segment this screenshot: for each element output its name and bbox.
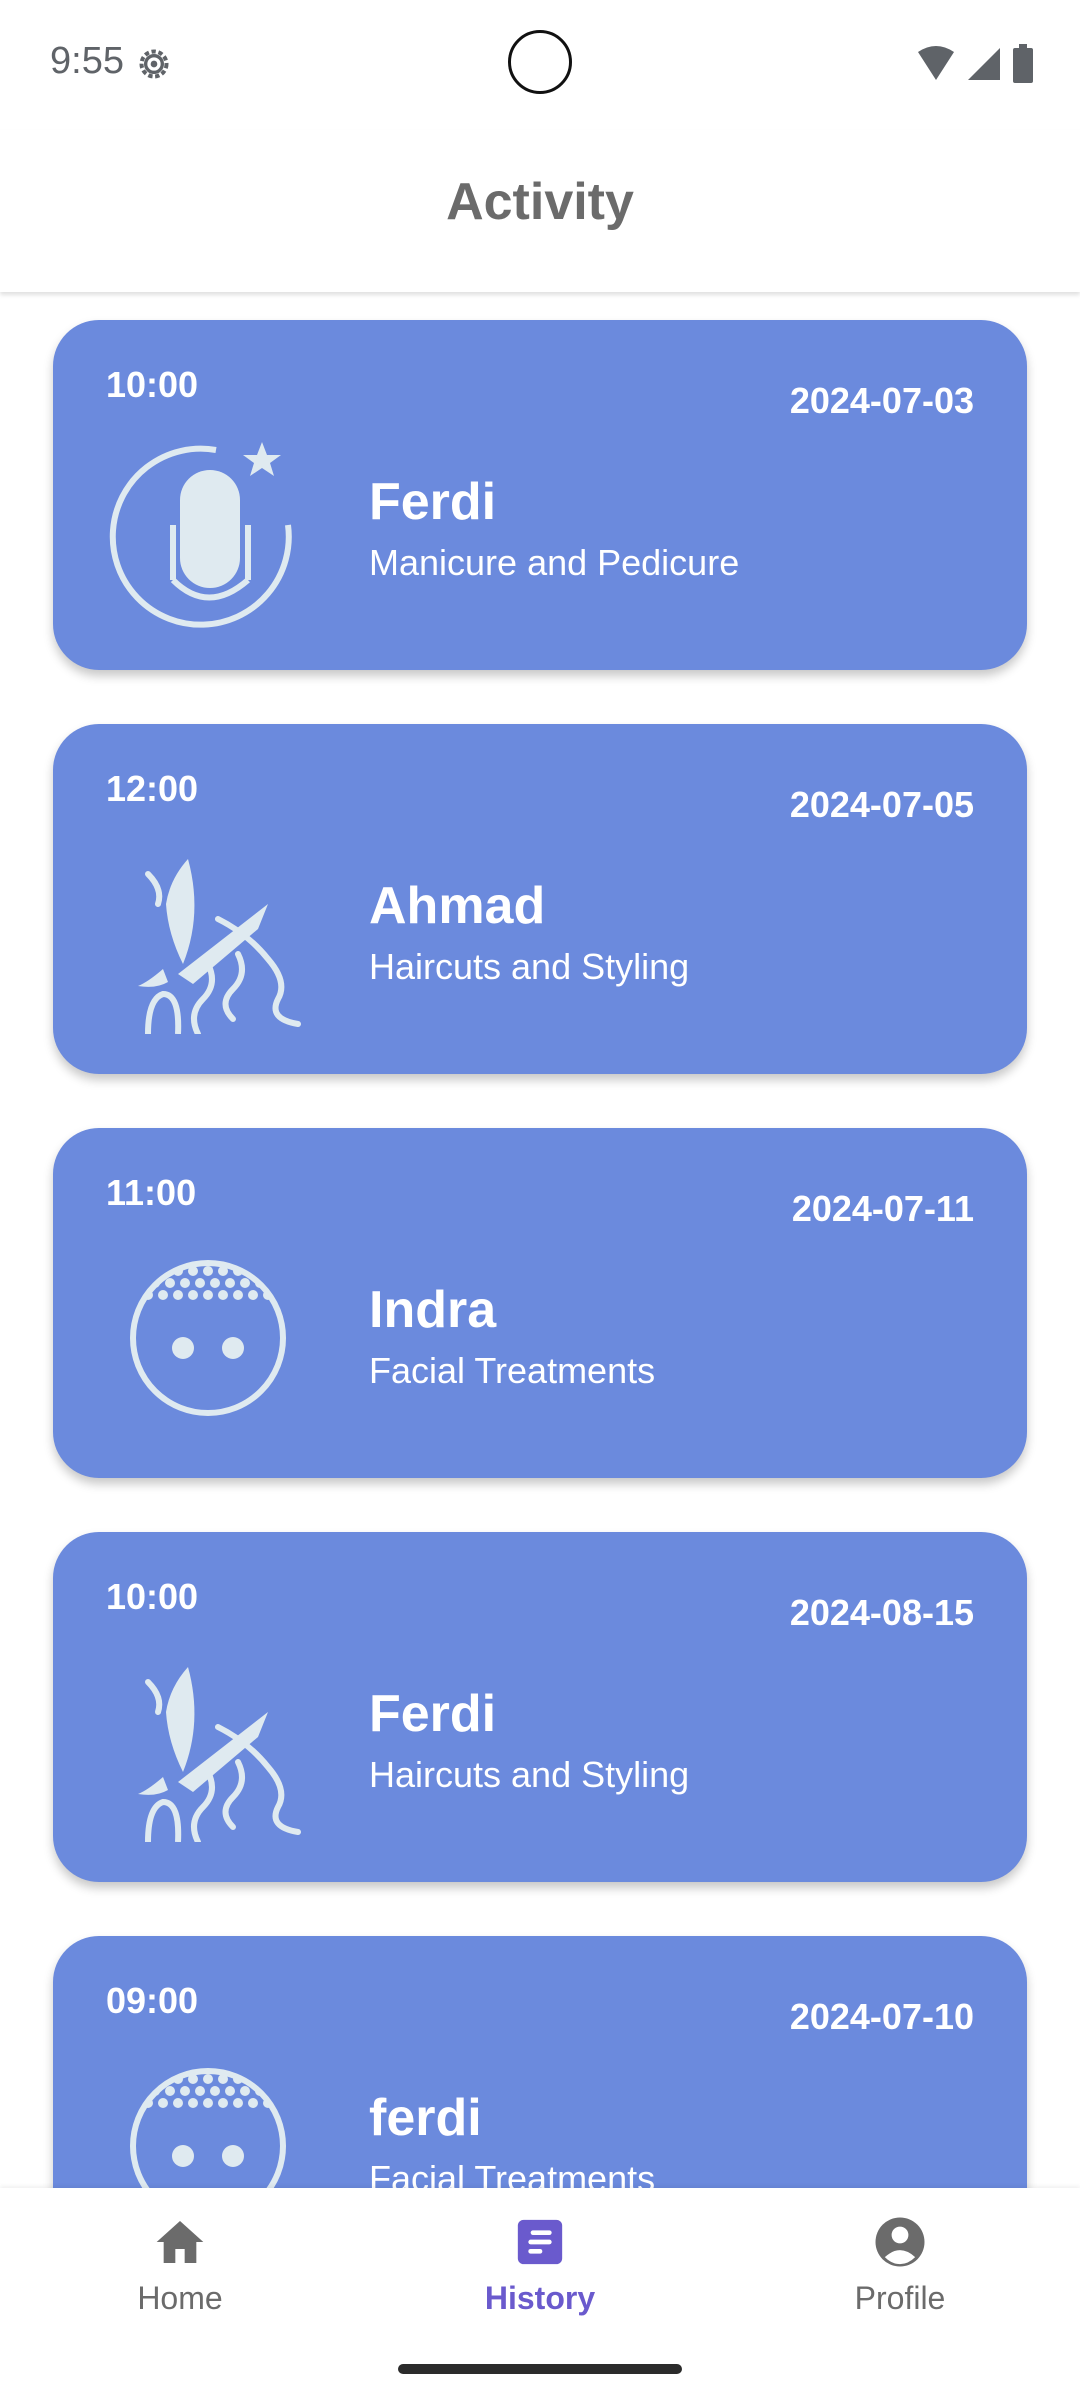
appointment-service: Facial Treatments: [369, 2158, 656, 2188]
activity-screen: 9:55 Activity 10:00 2024-07-03 Ferdi Man…: [0, 0, 1080, 2400]
appointment-service: Haircuts and Styling: [369, 946, 690, 987]
page-title: Activity: [446, 173, 634, 231]
nav-item-profile[interactable]: Profile: [780, 2214, 1020, 2334]
appointment-date: 2024-07-05: [789, 784, 974, 825]
cellular-signal-icon: [968, 48, 1000, 80]
appointment-time: 10:00: [106, 1576, 199, 1617]
appointment-name: Ahmad: [369, 877, 546, 935]
appointment-card[interactable]: 10:00 2024-08-15 Ferdi Haircuts and Styl…: [53, 1532, 1027, 1882]
appointment-service: Haircuts and Styling: [369, 1754, 690, 1795]
settings-gear-icon: [139, 49, 169, 79]
history-icon: [517, 2219, 563, 2265]
camera-cutout: [508, 30, 572, 94]
appointment-date: 2024-07-03: [789, 380, 974, 421]
appointment-time: 09:00: [106, 1980, 199, 2021]
wifi-icon: [918, 46, 954, 80]
appointment-service: Facial Treatments: [369, 1350, 656, 1391]
haircut-scissors-icon: [138, 859, 301, 1034]
manicure-icon: [109, 442, 292, 628]
app-header: Activity: [0, 130, 1080, 292]
appointment-time: 11:00: [106, 1172, 197, 1213]
appointment-card[interactable]: 12:00 2024-07-05 Ahmad Haircuts and Styl…: [53, 724, 1027, 1074]
home-gesture-bar[interactable]: [398, 2364, 682, 2374]
nav-label-profile: Profile: [854, 2280, 946, 2316]
facial-treatment-icon: [130, 2068, 286, 2188]
profile-icon: [875, 2217, 925, 2267]
appointment-date: 2024-07-10: [789, 1996, 974, 2037]
facial-treatment-icon: [130, 1260, 286, 1416]
appointment-time: 12:00: [106, 768, 199, 809]
appointment-name: Ferdi: [369, 1685, 497, 1743]
appointment-date: 2024-07-11: [791, 1188, 974, 1229]
appointment-time: 10:00: [106, 364, 199, 405]
appointment-date: 2024-08-15: [789, 1592, 974, 1633]
nav-label-history: History: [484, 2280, 596, 2316]
nav-item-history[interactable]: History: [420, 2214, 660, 2334]
nav-item-home[interactable]: Home: [60, 2214, 300, 2334]
appointment-card[interactable]: 10:00 2024-07-03 Ferdi Manicure and Pedi…: [53, 320, 1027, 670]
haircut-scissors-icon: [138, 1667, 301, 1842]
appointment-name: ferdi: [369, 2089, 482, 2147]
appointment-card[interactable]: 11:00 2024-07-11 Indra Facial Treatments: [53, 1128, 1027, 1478]
home-icon: [156, 2221, 204, 2263]
appointment-list[interactable]: 10:00 2024-07-03 Ferdi Manicure and Pedi…: [0, 292, 1080, 2188]
appointment-service: Manicure and Pedicure: [369, 542, 740, 583]
status-bar: 9:55: [0, 0, 1080, 130]
battery-icon: [1013, 44, 1033, 83]
nav-label-home: Home: [137, 2280, 223, 2316]
appointment-card[interactable]: 09:00 2024-07-10 ferdi Facial Treatments: [53, 1936, 1027, 2188]
appointment-name: Indra: [369, 1281, 497, 1339]
status-icons: [916, 44, 1034, 84]
status-time: 9:55: [50, 40, 124, 82]
appointment-name: Ferdi: [369, 473, 497, 531]
